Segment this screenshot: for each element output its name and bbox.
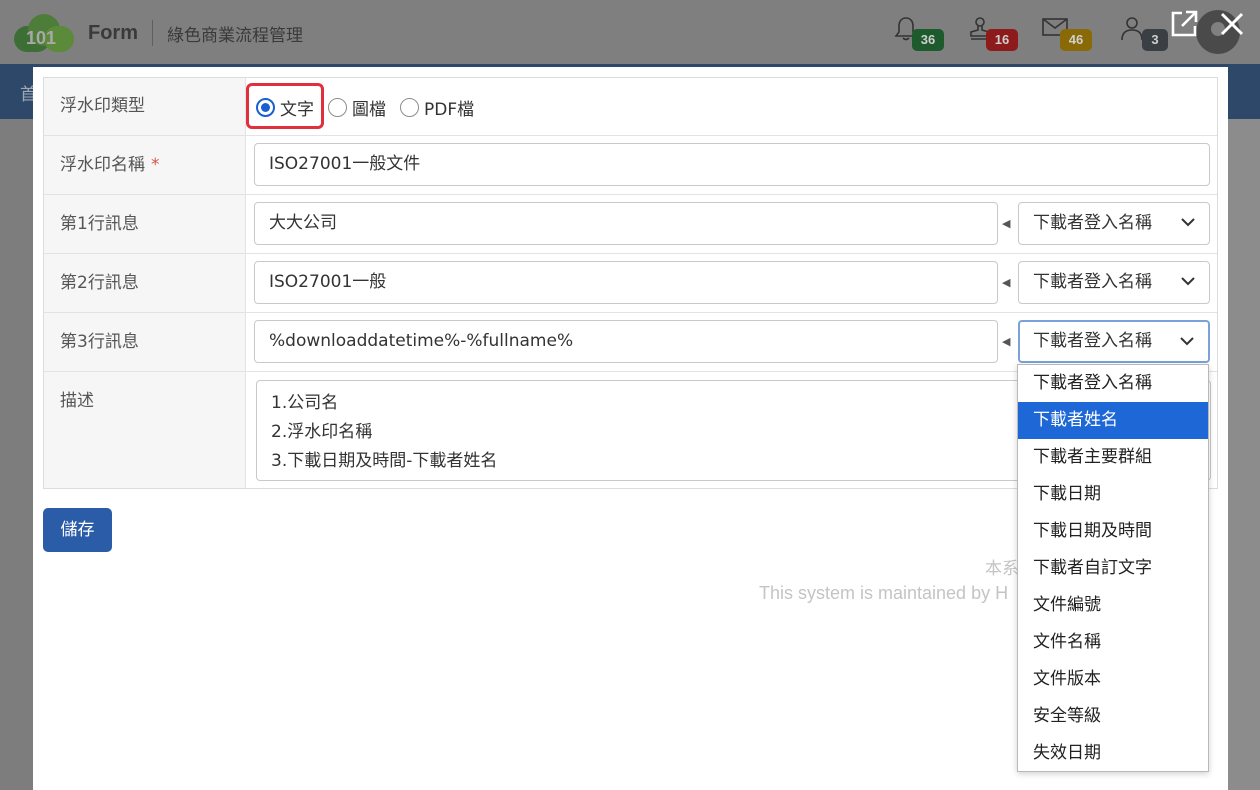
- line1-row: 第1行訊息 大大公司 ◀ 下載者登入名稱: [44, 195, 1217, 254]
- messages-button[interactable]: 46: [1042, 16, 1092, 51]
- chevron-down-icon: [1181, 218, 1195, 227]
- dropdown-option[interactable]: 下載者自訂文字: [1018, 550, 1208, 587]
- line2-input[interactable]: ISO27001一般: [254, 261, 998, 304]
- radio-unchecked-icon: [400, 97, 419, 117]
- dropdown-option[interactable]: 安全等級: [1018, 698, 1208, 735]
- background-sidebar: [0, 119, 34, 790]
- watermark-name-input[interactable]: ISO27001一般文件: [254, 143, 1210, 186]
- app-header: 101 Form 綠色商業流程管理 36 16 46 3: [0, 0, 1260, 64]
- type-radio-group: 文字 圖檔 PDF檔: [256, 91, 488, 123]
- close-icon[interactable]: [1216, 8, 1248, 40]
- radio-text[interactable]: 文字: [256, 95, 314, 120]
- line1-label: 第1行訊息: [44, 195, 246, 253]
- type-row: 浮水印類型 文字 圖檔 PDF檔: [44, 78, 1217, 136]
- radio-pdf-label: PDF檔: [424, 99, 475, 120]
- dropdown-option[interactable]: 下載者主要群組: [1018, 439, 1208, 476]
- line2-label: 第2行訊息: [44, 254, 246, 312]
- line3-label: 第3行訊息: [44, 313, 246, 371]
- description-label: 描述: [44, 372, 246, 488]
- radio-checked-icon: [256, 97, 275, 117]
- line2-select-value: 下載者登入名稱: [1033, 272, 1152, 292]
- caret-left-icon: ◀: [1002, 217, 1011, 230]
- caret-left-icon: ◀: [1002, 335, 1011, 348]
- dropdown-option[interactable]: 下載日期: [1018, 476, 1208, 513]
- radio-image[interactable]: 圖檔: [328, 95, 386, 120]
- app-title: 綠色商業流程管理: [167, 25, 303, 46]
- line1-select-value: 下載者登入名稱: [1033, 213, 1152, 233]
- dropdown-option[interactable]: 下載者登入名稱: [1018, 365, 1208, 402]
- user-icon: [1121, 17, 1143, 41]
- caret-left-icon: ◀: [1002, 276, 1011, 289]
- line1-variable-select[interactable]: 下載者登入名稱: [1018, 202, 1210, 245]
- line3-select-value: 下載者登入名稱: [1033, 331, 1152, 351]
- line3-variable-select[interactable]: 下載者登入名稱: [1018, 320, 1210, 363]
- dropdown-option[interactable]: 文件編號: [1018, 587, 1208, 624]
- users-button[interactable]: 3: [1120, 16, 1168, 51]
- required-mark: *: [151, 155, 160, 175]
- name-label-cell: 浮水印名稱 *: [44, 136, 246, 194]
- footer-text-zh: 本系: [985, 559, 1019, 579]
- dropdown-option-highlighted[interactable]: 下載者姓名: [1018, 402, 1208, 439]
- open-external-icon[interactable]: [1168, 8, 1200, 40]
- users-badge: 3: [1142, 29, 1168, 51]
- line3-input[interactable]: %downloaddatetime%-%fullname%: [254, 320, 998, 363]
- notifications-button[interactable]: 36: [894, 16, 944, 51]
- type-label: 浮水印類型: [44, 78, 246, 135]
- approvals-button[interactable]: 16: [968, 16, 1018, 51]
- radio-pdf[interactable]: PDF檔: [400, 95, 474, 120]
- line2-variable-select[interactable]: 下載者登入名稱: [1018, 261, 1210, 304]
- radio-text-label: 文字: [280, 99, 314, 120]
- name-label: 浮水印名稱: [60, 155, 145, 175]
- chevron-down-icon: [1181, 277, 1195, 286]
- save-button[interactable]: 儲存: [43, 508, 112, 552]
- logo-number: 101: [26, 28, 57, 48]
- logo-name: Form: [88, 21, 138, 44]
- notifications-badge: 36: [912, 29, 944, 51]
- dropdown-option[interactable]: 文件版本: [1018, 661, 1208, 698]
- line2-row: 第2行訊息 ISO27001一般 ◀ 下載者登入名稱: [44, 254, 1217, 313]
- variable-dropdown-menu: 下載者登入名稱 下載者姓名 下載者主要群組 下載日期 下載日期及時間 下載者自訂…: [1017, 364, 1209, 772]
- radio-image-label: 圖檔: [352, 99, 386, 120]
- name-row: 浮水印名稱 * ISO27001一般文件: [44, 136, 1217, 195]
- approvals-badge: 16: [986, 29, 1018, 51]
- dropdown-option[interactable]: 下載日期及時間: [1018, 513, 1208, 550]
- messages-badge: 46: [1060, 29, 1092, 51]
- logo-divider: [152, 20, 153, 46]
- app-logo[interactable]: 101 Form 綠色商業流程管理: [14, 14, 303, 52]
- chevron-down-icon: [1180, 337, 1194, 346]
- line1-input[interactable]: 大大公司: [254, 202, 998, 245]
- logo-cloud-icon: 101: [14, 14, 74, 52]
- dropdown-option[interactable]: 文件名稱: [1018, 624, 1208, 661]
- footer-text-en: This system is maintained by H: [759, 583, 1009, 603]
- dropdown-option[interactable]: 失效日期: [1018, 735, 1208, 772]
- radio-unchecked-icon: [328, 97, 347, 117]
